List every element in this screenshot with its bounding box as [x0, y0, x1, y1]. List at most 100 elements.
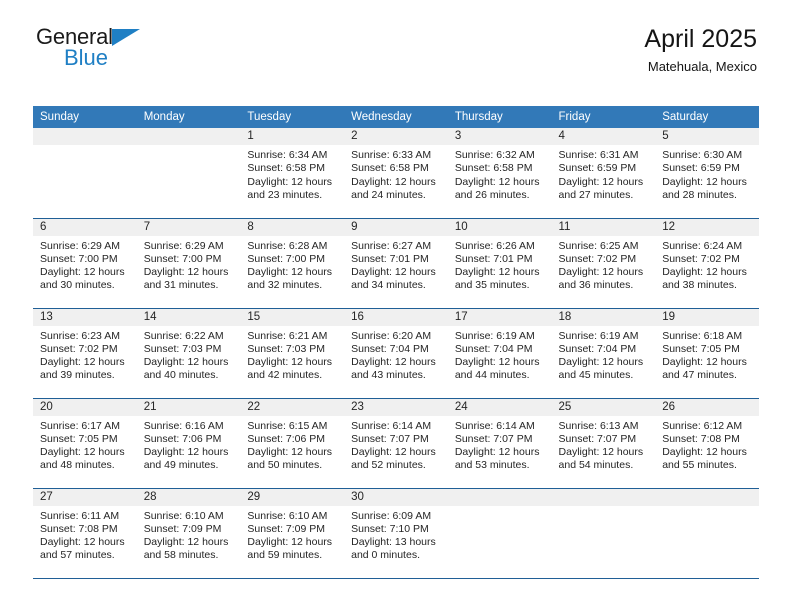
daylight-duration-line2: and 57 minutes. — [40, 549, 115, 562]
calendar-day-cell[interactable]: 17 Sunrise: 6:19 AM Sunset: 7:04 PM Dayligh… — [447, 308, 552, 399]
sunrise-time: Sunrise: 6:13 AM — [558, 419, 639, 432]
daylight-duration-line2: and 55 minutes. — [662, 459, 737, 472]
sunrise-time: Sunrise: 6:20 AM — [351, 329, 432, 342]
sunset-time: Sunset: 7:07 PM — [558, 432, 637, 445]
day-number: 2 — [344, 128, 448, 145]
calendar-day-cell[interactable]: 13 Sunrise: 6:23 AM Sunset: 7:02 PM Dayligh… — [33, 308, 137, 399]
daylight-duration-line1: Daylight: 12 hours — [40, 536, 125, 549]
sunrise-time: Sunrise: 6:19 AM — [558, 329, 639, 342]
calendar-day-cell[interactable]: 19 Sunrise: 6:18 AM Sunset: 7:05 PM Dayligh… — [655, 308, 759, 399]
day-number: 30 — [344, 488, 448, 506]
daylight-duration-line2: and 47 minutes. — [662, 369, 737, 382]
sunset-time: Sunset: 7:08 PM — [40, 522, 118, 535]
calendar-day-cell[interactable]: 18 Sunrise: 6:19 AM Sunset: 7:04 PM Dayligh… — [551, 308, 656, 399]
calendar-day-cell[interactable]: 27 Sunrise: 6:11 AM Sunset: 7:08 PM Dayligh… — [33, 488, 137, 579]
calendar-day-cell[interactable]: 25 Sunrise: 6:13 AM Sunset: 7:07 PM Dayligh… — [551, 398, 656, 489]
daylight-duration-line1: Daylight: 12 hours — [454, 446, 540, 459]
logo-triangle-icon — [112, 29, 140, 46]
calendar-day-cell[interactable]: 12 Sunrise: 6:24 AM Sunset: 7:02 PM Dayligh… — [655, 218, 759, 309]
day-number — [136, 128, 241, 145]
daylight-duration-line2: and 43 minutes. — [351, 369, 426, 382]
calendar-day-cell[interactable]: 24 Sunrise: 6:14 AM Sunset: 7:07 PM Dayligh… — [447, 398, 552, 489]
sunrise-time: Sunrise: 6:15 AM — [247, 419, 328, 432]
day-details: Sunrise: 6:19 AM Sunset: 7:04 PM Daylight:… — [552, 326, 656, 383]
calendar-day-cell[interactable]: 14 Sunrise: 6:22 AM Sunset: 7:03 PM Dayligh… — [136, 308, 241, 399]
calendar-day-cell[interactable]: 2 Sunrise: 6:33 AM Sunset: 6:58 PM Daylight… — [344, 128, 448, 219]
daylight-duration-line2: and 34 minutes. — [351, 279, 426, 292]
daylight-duration-line1: Daylight: 12 hours — [351, 266, 436, 279]
day-number: 24 — [447, 398, 552, 416]
daylight-duration-line1: Daylight: 12 hours — [662, 356, 747, 369]
calendar-day-cell-empty — [447, 488, 552, 579]
calendar-day-cell[interactable]: 16 Sunrise: 6:20 AM Sunset: 7:04 PM Dayligh… — [344, 308, 448, 399]
calendar-day-cell[interactable]: 10 Sunrise: 6:26 AM Sunset: 7:01 PM Dayligh… — [447, 218, 552, 309]
day-details: Sunrise: 6:09 AM Sunset: 7:10 PM Daylight:… — [344, 506, 448, 563]
daylight-duration-line1: Daylight: 12 hours — [351, 446, 436, 459]
daylight-duration-line1: Daylight: 12 hours — [247, 536, 333, 549]
sunset-time: Sunset: 6:59 PM — [662, 162, 740, 175]
calendar-day-cell[interactable]: 29 Sunrise: 6:10 AM Sunset: 7:09 PM Dayligh… — [240, 488, 345, 579]
calendar-day-cell[interactable]: 4 Sunrise: 6:31 AM Sunset: 6:59 PM Daylight… — [551, 128, 656, 219]
calendar-day-cell[interactable]: 9 Sunrise: 6:27 AM Sunset: 7:01 PM Daylight… — [344, 218, 448, 309]
calendar-day-cell[interactable]: 7 Sunrise: 6:29 AM Sunset: 7:00 PM Daylight… — [136, 218, 241, 309]
calendar-day-cell[interactable]: 26 Sunrise: 6:12 AM Sunset: 7:08 PM Dayligh… — [655, 398, 759, 489]
daylight-duration-line1: Daylight: 12 hours — [40, 446, 125, 459]
day-number: 12 — [655, 218, 759, 236]
day-details: Sunrise: 6:16 AM Sunset: 7:06 PM Daylight:… — [137, 416, 241, 473]
day-details: Sunrise: 6:27 AM Sunset: 7:01 PM Daylight:… — [344, 236, 448, 293]
calendar-day-cell[interactable]: 3 Sunrise: 6:32 AM Sunset: 6:58 PM Daylight… — [447, 128, 552, 219]
day-details: Sunrise: 6:25 AM Sunset: 7:02 PM Daylight:… — [552, 236, 656, 293]
day-details: Sunrise: 6:29 AM Sunset: 7:00 PM Daylight:… — [33, 236, 137, 293]
calendar-day-cell-empty — [136, 128, 241, 219]
calendar-week-row: 27 Sunrise: 6:11 AM Sunset: 7:08 PM Dayligh… — [33, 488, 759, 579]
day-details: Sunrise: 6:22 AM Sunset: 7:03 PM Daylight:… — [137, 326, 241, 383]
daylight-duration-line2: and 28 minutes. — [662, 188, 737, 201]
daylight-duration-line2: and 27 minutes. — [558, 188, 634, 201]
sunrise-time: Sunrise: 6:10 AM — [143, 509, 224, 522]
sunrise-time: Sunrise: 6:09 AM — [351, 509, 432, 522]
sunset-time: Sunset: 7:04 PM — [454, 342, 533, 355]
daylight-duration-line2: and 54 minutes. — [558, 459, 634, 472]
sunset-time: Sunset: 7:01 PM — [454, 252, 533, 265]
calendar-day-cell[interactable]: 6 Sunrise: 6:29 AM Sunset: 7:00 PM Daylight… — [33, 218, 137, 309]
daylight-duration-line2: and 59 minutes. — [247, 549, 323, 562]
sunset-time: Sunset: 7:00 PM — [40, 252, 118, 265]
calendar-day-cell[interactable]: 8 Sunrise: 6:28 AM Sunset: 7:00 PM Daylight… — [240, 218, 345, 309]
sunrise-time: Sunrise: 6:29 AM — [143, 239, 224, 252]
day-details: Sunrise: 6:13 AM Sunset: 7:07 PM Daylight:… — [552, 416, 656, 473]
day-number: 22 — [240, 398, 345, 416]
sunset-time: Sunset: 7:00 PM — [247, 252, 326, 265]
sunrise-time: Sunrise: 6:25 AM — [558, 239, 639, 252]
daylight-duration-line1: Daylight: 12 hours — [247, 175, 333, 188]
calendar-day-cell[interactable]: 30 Sunrise: 6:09 AM Sunset: 7:10 PM Dayligh… — [344, 488, 448, 579]
daylight-duration-line1: Daylight: 12 hours — [662, 175, 747, 188]
title-block: April 2025 Matehuala, Mexico — [644, 24, 757, 76]
calendar-day-cell[interactable]: 21 Sunrise: 6:16 AM Sunset: 7:06 PM Dayligh… — [136, 398, 241, 489]
calendar-day-cell[interactable]: 1 Sunrise: 6:34 AM Sunset: 6:58 PM Daylight… — [240, 128, 345, 219]
daylight-duration-line1: Daylight: 12 hours — [558, 446, 644, 459]
day-number: 23 — [344, 398, 448, 416]
calendar-day-cell[interactable]: 11 Sunrise: 6:25 AM Sunset: 7:02 PM Dayligh… — [551, 218, 656, 309]
weekday-header-wednesday: Wednesday — [344, 106, 448, 128]
calendar-day-cell[interactable]: 23 Sunrise: 6:14 AM Sunset: 7:07 PM Dayligh… — [344, 398, 448, 489]
calendar-day-cell[interactable]: 15 Sunrise: 6:21 AM Sunset: 7:03 PM Dayligh… — [240, 308, 345, 399]
daylight-duration-line2: and 45 minutes. — [558, 369, 634, 382]
day-details: Sunrise: 6:31 AM Sunset: 6:59 PM Daylight:… — [552, 145, 656, 202]
day-details: Sunrise: 6:30 AM Sunset: 6:59 PM Daylight:… — [655, 145, 759, 202]
sunset-time: Sunset: 7:04 PM — [558, 342, 637, 355]
logo-text-blue: Blue — [64, 45, 109, 70]
daylight-duration-line1: Daylight: 12 hours — [247, 356, 333, 369]
general-blue-logo[interactable]: General Blue — [36, 26, 236, 78]
daylight-duration-line2: and 52 minutes. — [351, 459, 426, 472]
calendar-day-cell[interactable]: 22 Sunrise: 6:15 AM Sunset: 7:06 PM Dayligh… — [240, 398, 345, 489]
sunset-time: Sunset: 7:03 PM — [247, 342, 326, 355]
calendar-day-cell[interactable]: 20 Sunrise: 6:17 AM Sunset: 7:05 PM Dayligh… — [33, 398, 137, 489]
sunset-time: Sunset: 7:00 PM — [143, 252, 222, 265]
calendar-day-cell[interactable]: 28 Sunrise: 6:10 AM Sunset: 7:09 PM Dayligh… — [136, 488, 241, 579]
calendar-day-cell[interactable]: 5 Sunrise: 6:30 AM Sunset: 6:59 PM Daylight… — [655, 128, 759, 219]
day-details: Sunrise: 6:14 AM Sunset: 7:07 PM Daylight:… — [344, 416, 448, 473]
day-details: Sunrise: 6:15 AM Sunset: 7:06 PM Daylight:… — [240, 416, 344, 473]
day-number: 8 — [240, 218, 345, 236]
day-number: 27 — [33, 488, 137, 506]
daylight-duration-line1: Daylight: 12 hours — [40, 266, 125, 279]
